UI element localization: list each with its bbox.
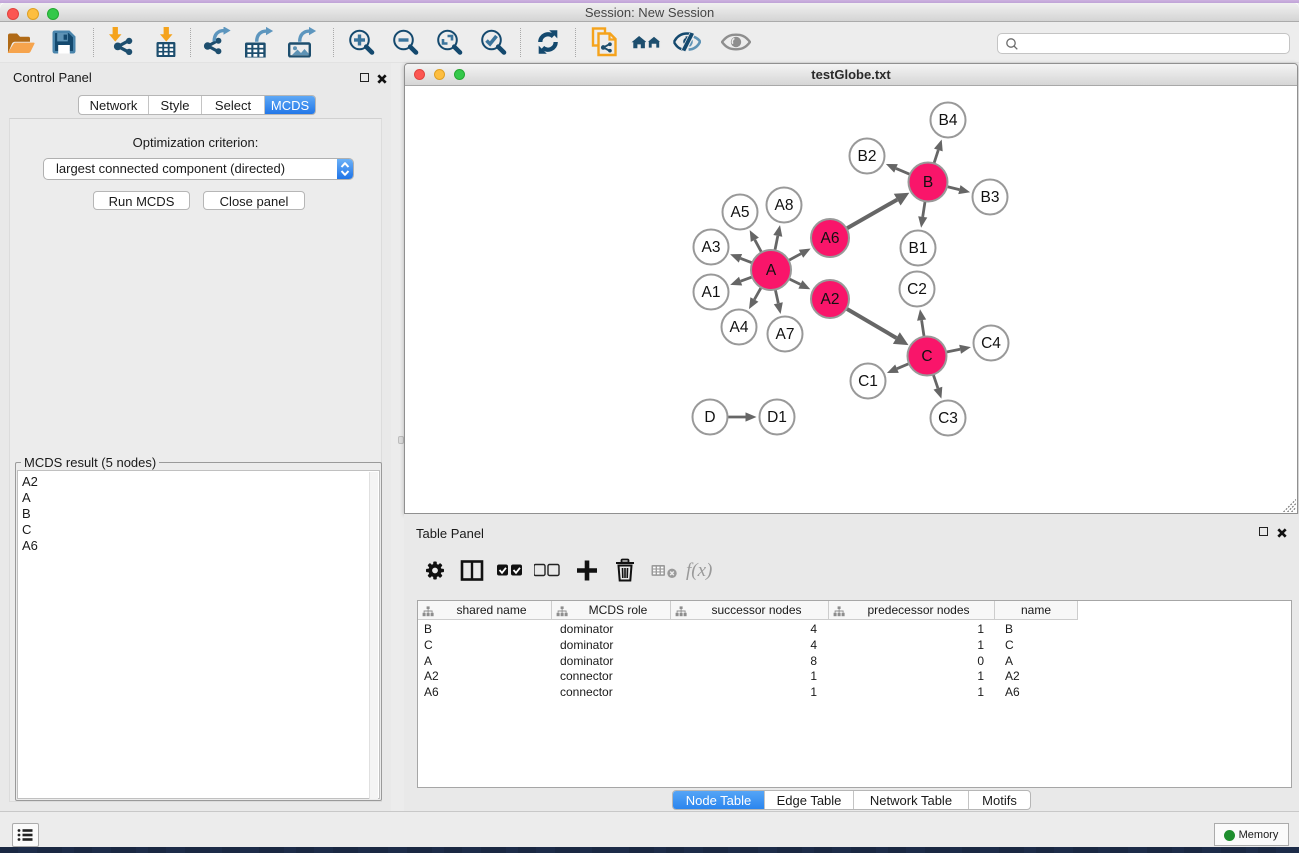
svg-text:A1: A1 [702, 284, 721, 301]
svg-text:B1: B1 [909, 240, 928, 257]
svg-text:A5: A5 [731, 204, 750, 221]
svg-text:A2: A2 [821, 291, 840, 308]
svg-text:B3: B3 [981, 189, 1000, 206]
svg-text:D1: D1 [767, 409, 787, 426]
svg-text:C2: C2 [907, 281, 927, 298]
svg-text:A: A [766, 262, 777, 279]
svg-text:D: D [704, 409, 715, 426]
svg-text:B: B [923, 174, 933, 191]
svg-text:C3: C3 [938, 410, 958, 427]
svg-text:C1: C1 [858, 373, 878, 390]
svg-text:A7: A7 [776, 326, 795, 343]
svg-text:A4: A4 [730, 319, 749, 336]
svg-text:A6: A6 [821, 230, 840, 247]
svg-text:A3: A3 [702, 239, 721, 256]
svg-text:C4: C4 [981, 335, 1001, 352]
svg-text:A8: A8 [775, 197, 794, 214]
svg-text:C: C [921, 348, 932, 365]
svg-text:B2: B2 [858, 148, 877, 165]
svg-text:B4: B4 [939, 112, 958, 129]
